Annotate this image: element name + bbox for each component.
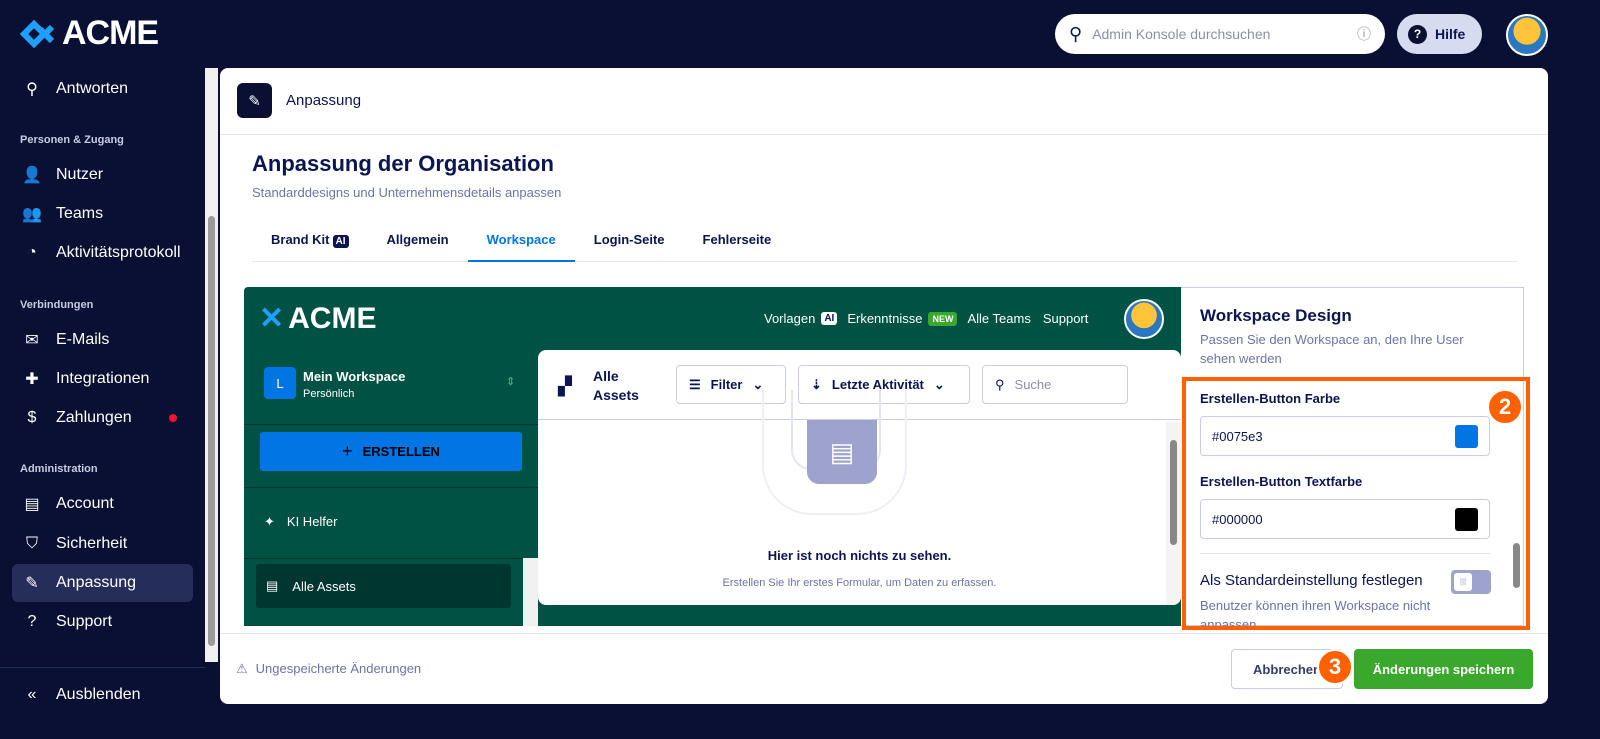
highlight-box xyxy=(1182,377,1530,630)
chevron-down-icon: ⌄ xyxy=(933,376,945,392)
workspace-preview: ✕ ACME Vorlagen AI Erkenntnisse NEW Alle Te… xyxy=(244,287,1181,626)
alle-assets-item[interactable]: ▤ Alle Assets xyxy=(256,564,511,608)
sidebar-item-customization[interactable]: ✎ Anpassung xyxy=(12,564,193,602)
nav-alle-teams[interactable]: Alle Teams xyxy=(967,311,1030,326)
tab-login-seite[interactable]: Login-Seite xyxy=(575,222,684,262)
sidebar-item-activity[interactable]: ◔ Aktivitätsprotokoll xyxy=(12,234,193,272)
puzzle-icon: ✚ xyxy=(25,371,39,388)
workspace-avatar: L xyxy=(264,367,296,399)
user-avatar[interactable] xyxy=(1506,14,1548,56)
ki-helfer-item[interactable]: ✦ KI Helfer xyxy=(264,514,337,530)
empty-subtitle: Erstellen Sie Ihr erstes Formular, um Da… xyxy=(722,577,997,589)
id-card-icon: ▤ xyxy=(24,496,40,513)
sidebar-item-teams[interactable]: 👥 Teams xyxy=(12,195,193,233)
sparkle-icon: ✦ xyxy=(264,514,275,529)
empty-document-icon: ▤ xyxy=(807,420,877,484)
search-icon: ⚲ xyxy=(995,376,1005,392)
preview-sidebar-scrollbar[interactable] xyxy=(523,558,538,626)
preview-nav: Vorlagen AI Erkenntnisse NEW Alle Teams Su… xyxy=(764,311,1088,326)
workspace-name[interactable]: Mein Workspace xyxy=(303,369,405,384)
warning-icon: ⚠ xyxy=(236,661,248,676)
sidebar-item-account[interactable]: ▤ Account xyxy=(12,485,193,523)
help-icon: ? xyxy=(1408,24,1427,44)
tab-fehlerseite[interactable]: Fehlerseite xyxy=(684,222,791,262)
section-title: Personen & Zugang xyxy=(20,134,124,146)
notification-dot xyxy=(169,414,177,422)
nav-vorlagen[interactable]: Vorlagen xyxy=(764,311,815,326)
sidebar-item-antworten[interactable]: ⚲ Antworten xyxy=(12,70,193,108)
acme-logo[interactable]: ACME xyxy=(20,14,159,53)
section-title: Administration xyxy=(20,463,98,475)
nav-support[interactable]: Support xyxy=(1043,311,1089,326)
acme-logo-icon xyxy=(20,19,55,48)
page-header: ✎ Anpassung xyxy=(237,83,361,118)
search-icon: ⚲ xyxy=(1069,23,1083,44)
save-button[interactable]: Änderungen speichern xyxy=(1354,649,1533,689)
nav-erkenntnisse[interactable]: Erkenntnisse xyxy=(847,311,922,326)
double-chevron-left-icon: « xyxy=(27,686,37,703)
sidebar-item-support[interactable]: ? Support xyxy=(12,603,193,641)
brush-icon: ✎ xyxy=(237,83,272,118)
acme-logo-icon: ✕ xyxy=(259,302,285,335)
tab-bar: Brand Kit AI Allgemein Workspace Login-Se… xyxy=(252,222,1517,262)
ai-badge: AI xyxy=(821,312,838,325)
user-icon: 👤 xyxy=(22,167,42,184)
search-icon: ⚲ xyxy=(26,81,38,98)
help-button[interactable]: ? Hilfe xyxy=(1397,14,1482,54)
create-button[interactable]: + ERSTELLEN xyxy=(260,432,522,471)
sidebar-item-integrations[interactable]: ✚ Integrationen xyxy=(12,360,193,398)
mail-icon: ✉ xyxy=(25,332,39,349)
admin-search-input[interactable]: ⚲ Admin Konsole durchsuchen ⓘ xyxy=(1055,14,1385,54)
sidebar-item-emails[interactable]: ✉ E-Mails xyxy=(12,321,193,359)
team-icon: 👥 xyxy=(22,206,42,223)
tab-allgemein[interactable]: Allgemein xyxy=(368,222,468,262)
unsaved-changes: ⚠ Ungespeicherte Änderungen xyxy=(236,661,422,676)
page-subtitle: Standarddesigns und Unternehmensdetails … xyxy=(252,185,562,200)
preview-avatar xyxy=(1124,299,1164,339)
assets-scrollbar[interactable] xyxy=(1166,422,1181,605)
assets-panel: ▞ Alle Assets ☰ Filter ⌄ ⇣ Letzte Aktivität ⌄… xyxy=(538,350,1181,605)
chat-icon: ? xyxy=(27,613,37,630)
design-subtitle: Passen Sie den Workspace an, den Ihre Us… xyxy=(1200,332,1464,366)
design-title: Workspace Design xyxy=(1200,306,1352,325)
step-marker-2: 2 xyxy=(1487,389,1523,425)
info-icon: ⓘ xyxy=(1357,26,1371,42)
new-badge: NEW xyxy=(928,311,958,326)
tab-brand-kit[interactable]: Brand Kit AI xyxy=(252,222,368,262)
chevron-updown-icon[interactable]: ⇕ xyxy=(506,375,515,388)
empty-title: Hier ist noch nichts zu sehen. xyxy=(767,548,952,563)
dollar-icon: $ xyxy=(27,409,37,426)
sidebar-item-security[interactable]: ⛉ Sicherheit xyxy=(12,525,193,563)
sidebar-scrollbar[interactable] xyxy=(205,68,218,662)
preview-logo: ✕ ACME xyxy=(259,301,377,336)
collapse-sidebar-button[interactable]: «Ausblenden xyxy=(12,676,193,714)
workspace-type: Persönlich xyxy=(303,388,355,400)
shield-icon: ⛉ xyxy=(25,535,38,552)
plus-icon: + xyxy=(342,441,353,461)
assets-title: Alle Assets xyxy=(593,368,639,403)
page-title: Anpassung der Organisation xyxy=(252,151,554,176)
history-icon: ◔ xyxy=(27,244,37,261)
brush-icon: ✎ xyxy=(25,575,39,592)
tab-workspace[interactable]: Workspace xyxy=(467,222,575,262)
sidebar-item-payments[interactable]: $ Zahlungen xyxy=(12,399,193,437)
shapes-icon: ▞ xyxy=(558,376,572,396)
sidebar-item-nutzer[interactable]: 👤 Nutzer xyxy=(12,156,193,194)
section-title: Verbindungen xyxy=(20,299,94,311)
search-input[interactable]: ⚲ Suche xyxy=(982,365,1128,404)
filter-icon: ☰ xyxy=(689,376,701,392)
document-icon: ▤ xyxy=(266,578,279,593)
step-marker-3: 3 xyxy=(1317,649,1353,685)
